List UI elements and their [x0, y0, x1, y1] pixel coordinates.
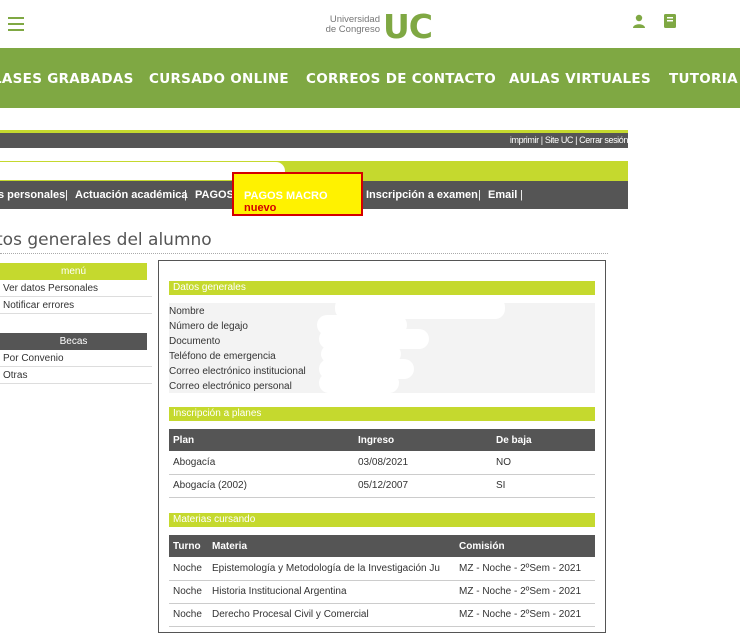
- table-row: Noche Historia Institucional Argentina M…: [169, 580, 595, 604]
- alumno-label: nno: [0, 163, 20, 179]
- menu-spacer: [0, 314, 152, 333]
- field-correo-institucional: Correo electrónico institucional: [169, 366, 306, 377]
- cell-ingreso: 05/12/2007: [354, 474, 492, 498]
- materias-heading: Materias cursando: [169, 513, 595, 527]
- site-uc-link[interactable]: Site UC: [545, 135, 574, 145]
- cerrar-sesion-link[interactable]: Cerrar sesión: [579, 135, 628, 145]
- field-correo-personal: Correo electrónico personal: [169, 381, 292, 392]
- subnav-pagos[interactable]: PAGOS: [195, 189, 234, 201]
- inscripcion-table: Plan Ingreso De baja Abogacía 03/08/2021…: [169, 429, 595, 498]
- becas-heading: Becas: [0, 333, 147, 350]
- cell-turno: Noche: [169, 603, 208, 627]
- utility-links: imprimir | Site UC | Cerrar sesión: [510, 135, 629, 145]
- title-divider: [0, 253, 608, 254]
- menu-item-ver-datos[interactable]: Ver datos Personales: [0, 280, 152, 297]
- nav-clases-grabadas[interactable]: LASES GRABADAS: [0, 71, 134, 87]
- col-materia: Materia: [208, 535, 455, 557]
- menu-item-notificar-errores[interactable]: Notificar errores: [0, 297, 152, 314]
- col-ingreso: Ingreso: [354, 429, 492, 451]
- cell-materia: Derecho Procesal Civil y Comercial: [208, 603, 455, 627]
- field-nombre: Nombre: [169, 306, 205, 317]
- nav-correos-contacto[interactable]: CORREOS DE CONTACTO: [306, 71, 496, 87]
- user-icon[interactable]: [632, 14, 646, 28]
- book-icon[interactable]: [664, 14, 676, 28]
- pagos-macro-highlight[interactable]: PAGOS MACRO nuevo: [232, 172, 363, 216]
- cell-de-baja: NO: [492, 451, 595, 475]
- field-telefono: Teléfono de emergencia: [169, 351, 276, 362]
- nuevo-badge: nuevo: [244, 202, 277, 214]
- cell-plan: Abogacía: [169, 451, 354, 475]
- subnav-sep: |: [65, 189, 68, 201]
- cell-comision: MZ - Noche - 2ºSem - 2021: [455, 580, 595, 604]
- table-row: Noche Derecho Procesal Civil y Comercial…: [169, 603, 595, 627]
- cell-turno: Noche: [169, 580, 208, 604]
- cell-comision: MZ - Noche - 2ºSem - 2021: [455, 603, 595, 627]
- left-menu: menú Ver datos Personales Notificar erro…: [0, 263, 152, 384]
- cell-comision: MZ - Noche - 2ºSem - 2021: [455, 557, 595, 581]
- materias-table: Turno Materia Comisión Noche Epistemolog…: [169, 535, 595, 627]
- cell-de-baja: SI: [492, 474, 595, 498]
- datos-generales-grid: Nombre Número de legajo Documento Teléfo…: [169, 297, 595, 393]
- nav-tutoria[interactable]: TUTORIA: [669, 71, 738, 87]
- student-data-panel: Datos generales Nombre Número de legajo …: [158, 260, 606, 633]
- cell-plan: Abogacía (2002): [169, 474, 354, 498]
- table-header-row: Turno Materia Comisión: [169, 535, 595, 557]
- cell-materia: Historia Institucional Argentina: [208, 580, 455, 604]
- field-legajo: Número de legajo: [169, 321, 248, 332]
- subnav-pagos-macro[interactable]: PAGOS MACRO nuevo: [244, 190, 361, 214]
- table-header-row: Plan Ingreso De baja: [169, 429, 595, 451]
- nav-aulas-virtuales[interactable]: AULAS VIRTUALES: [509, 71, 651, 87]
- col-plan: Plan: [169, 429, 354, 451]
- field-documento: Documento: [169, 336, 221, 347]
- table-row: Noche Epistemología y Metodología de la …: [169, 557, 595, 581]
- becas-item-por-convenio[interactable]: Por Convenio: [0, 350, 152, 367]
- main-nav: LASES GRABADAS CURSADO ONLINE CORREOS DE…: [0, 48, 740, 108]
- subnav-sep: |: [478, 189, 481, 201]
- table-row: Abogacía 03/08/2021 NO: [169, 451, 595, 475]
- subnav-sep: |: [184, 189, 187, 201]
- nav-cursado-online[interactable]: CURSADO ONLINE: [149, 71, 289, 87]
- imprimir-link[interactable]: imprimir: [510, 135, 539, 145]
- logo-line-2: de Congreso: [325, 24, 380, 35]
- subnav-sep: |: [520, 189, 523, 201]
- utility-bar: imprimir | Site UC | Cerrar sesión: [0, 130, 628, 148]
- menu-heading: menú: [0, 263, 147, 280]
- cell-turno: Noche: [169, 557, 208, 581]
- hamburger-menu-icon[interactable]: [8, 17, 24, 31]
- becas-item-otras[interactable]: Otras: [0, 367, 152, 384]
- page-title: tos generales del alumno: [0, 230, 212, 250]
- subnav-email[interactable]: Email: [488, 189, 517, 201]
- datos-generales-heading: Datos generales: [169, 281, 595, 295]
- cell-materia: Epistemología y Metodología de la Invest…: [208, 557, 455, 581]
- table-row: Abogacía (2002) 05/12/2007 SI: [169, 474, 595, 498]
- subnav-actuacion-academica[interactable]: Actuación académica: [75, 189, 188, 201]
- subnav-datos-personales[interactable]: s personales: [0, 189, 65, 201]
- pagos-macro-label: PAGOS MACRO: [244, 190, 328, 202]
- logo-wordmark: Universidad de Congreso: [324, 15, 380, 35]
- col-comision: Comisión: [455, 535, 595, 557]
- site-header: Universidad de Congreso UC: [0, 0, 740, 48]
- col-turno: Turno: [169, 535, 208, 557]
- redacted-value: [319, 373, 399, 393]
- col-de-baja: De baja: [492, 429, 595, 451]
- logo-uc-mark: UC: [383, 7, 433, 46]
- subnav-inscripcion-examen[interactable]: Inscripción a examen: [366, 189, 478, 201]
- inscripcion-heading: Inscripción a planes: [169, 407, 595, 421]
- cell-ingreso: 03/08/2021: [354, 451, 492, 475]
